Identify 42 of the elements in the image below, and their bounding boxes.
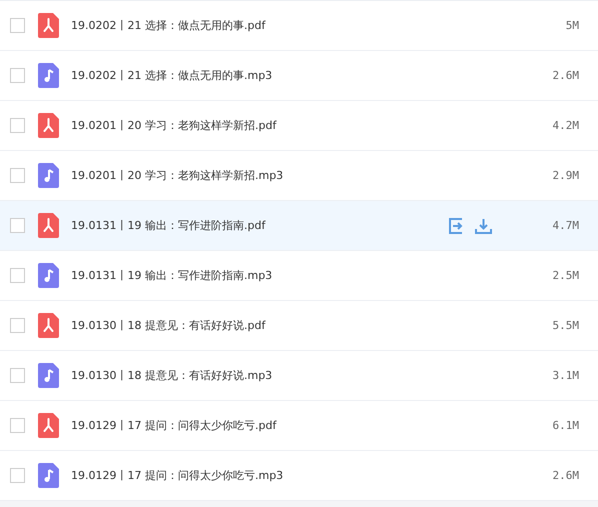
file-size: 4.2M — [552, 119, 579, 132]
file-size: 3.1M — [552, 369, 579, 382]
file-name[interactable]: 19.0130丨18 提意见：有话好好说.pdf — [71, 318, 449, 333]
file-size: 2.6M — [552, 469, 579, 482]
pdf-file-icon — [38, 113, 59, 138]
file-name[interactable]: 19.0129丨17 提问：问得太少你吃亏.mp3 — [71, 468, 449, 483]
file-name[interactable]: 19.0131丨19 输出：写作进阶指南.mp3 — [71, 268, 449, 283]
file-size: 4.7M — [552, 219, 579, 232]
download-icon[interactable] — [475, 218, 492, 234]
file-name[interactable]: 19.0202丨21 选择：做点无用的事.pdf — [71, 18, 449, 33]
checkbox[interactable] — [10, 418, 25, 433]
checkbox[interactable] — [10, 368, 25, 383]
file-size: 2.9M — [552, 169, 579, 182]
checkbox[interactable] — [10, 318, 25, 333]
music-file-icon — [38, 63, 59, 88]
share-icon[interactable] — [449, 218, 465, 234]
file-name[interactable]: 19.0129丨17 提问：问得太少你吃亏.pdf — [71, 418, 449, 433]
checkbox[interactable] — [10, 218, 25, 233]
music-file-icon — [38, 263, 59, 288]
checkbox[interactable] — [10, 268, 25, 283]
checkbox[interactable] — [10, 68, 25, 83]
checkbox[interactable] — [10, 118, 25, 133]
checkbox[interactable] — [10, 468, 25, 483]
checkbox[interactable] — [10, 168, 25, 183]
file-size: 6.1M — [552, 419, 579, 432]
pdf-file-icon — [38, 13, 59, 38]
file-size: 2.5M — [552, 269, 579, 282]
file-name[interactable]: 19.0131丨19 输出：写作进阶指南.pdf — [71, 218, 449, 233]
pdf-file-icon — [38, 313, 59, 338]
file-size: 5M — [564, 19, 579, 32]
music-file-icon — [38, 363, 59, 388]
file-name[interactable]: 19.0202丨21 选择：做点无用的事.mp3 — [71, 68, 449, 83]
music-file-icon — [38, 463, 59, 488]
file-name[interactable]: 19.0201丨20 学习：老狗这样学新招.mp3 — [71, 168, 449, 183]
checkbox[interactable] — [10, 18, 25, 33]
file-name[interactable]: 19.0130丨18 提意见：有话好好说.mp3 — [71, 368, 449, 383]
pdf-file-icon — [38, 213, 59, 238]
file-size: 5.5M — [552, 319, 579, 332]
file-name[interactable]: 19.0201丨20 学习：老狗这样学新招.pdf — [71, 118, 449, 133]
music-file-icon — [38, 163, 59, 188]
file-size: 2.6M — [552, 69, 579, 82]
pdf-file-icon — [38, 413, 59, 438]
